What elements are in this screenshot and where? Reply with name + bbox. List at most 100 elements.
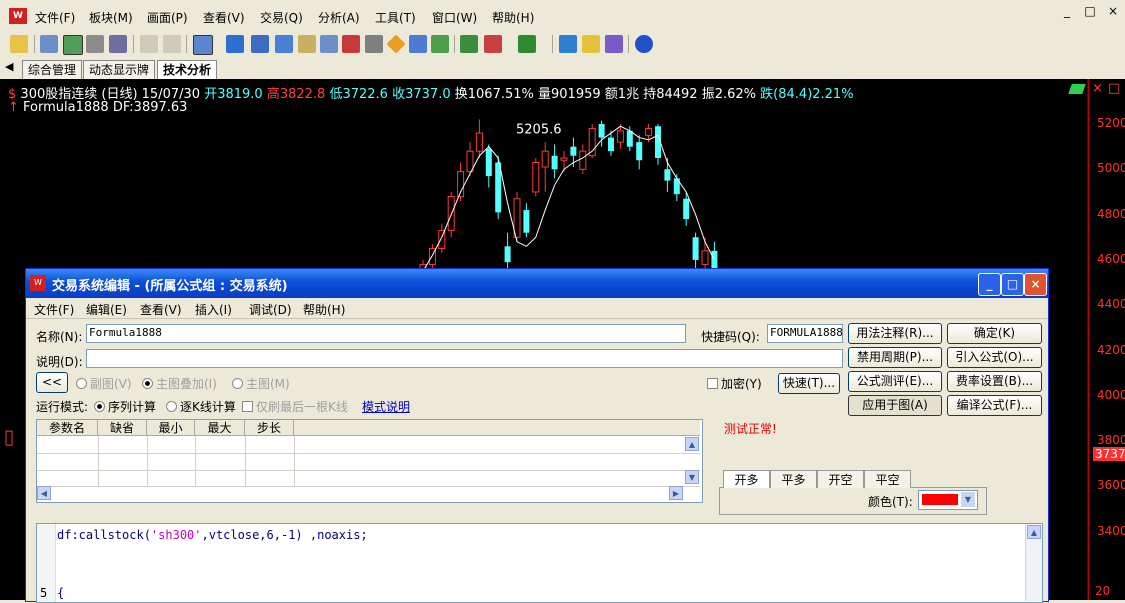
candle-body[interactable] — [626, 130, 633, 147]
candle-body[interactable] — [5, 430, 13, 446]
help-icon[interactable] — [635, 35, 653, 53]
candle-body[interactable] — [636, 142, 643, 161]
scroll-right-icon[interactable]: ▶ — [669, 486, 683, 500]
option-per-kline[interactable]: 逐K线计算 — [166, 398, 236, 415]
copy-icon[interactable] — [320, 35, 338, 53]
draw-line-icon[interactable] — [298, 35, 316, 53]
dialog-menu-insert[interactable]: 插入(I) — [195, 301, 232, 318]
candle-body[interactable] — [551, 155, 558, 170]
candle-body[interactable] — [475, 132, 483, 152]
notes-icon[interactable] — [582, 35, 600, 53]
delete-icon[interactable] — [342, 35, 360, 53]
tab-technical-analysis[interactable]: 技术分析 — [157, 60, 218, 79]
candle-body[interactable] — [645, 128, 653, 136]
candle-body[interactable] — [532, 162, 540, 193]
scroll-left-icon[interactable]: ◀ — [37, 486, 51, 500]
news-icon[interactable] — [109, 35, 127, 53]
formula-code-editor[interactable]: df:callstock('sh300',vtclose,6,-1) ,noax… — [36, 523, 1043, 603]
candle-body[interactable] — [570, 146, 577, 156]
option-main-overlay[interactable]: 主图叠加(I) — [142, 375, 217, 392]
indicator-icon[interactable] — [431, 35, 449, 53]
scroll-down-icon[interactable]: ▼ — [685, 470, 699, 484]
menu-help[interactable]: 帮助(H) — [492, 9, 534, 26]
menu-trade[interactable]: 交易(Q) — [260, 9, 303, 26]
color-picker[interactable]: ▼ — [918, 490, 978, 510]
code-scroll-up-icon[interactable]: ▲ — [1027, 525, 1041, 539]
alert-icon[interactable] — [386, 34, 406, 54]
crosshair-icon[interactable] — [226, 35, 244, 53]
usage-notes-button[interactable]: 用法注释(R)... — [848, 323, 942, 344]
compile-formula-button[interactable]: 编译公式(F)... — [947, 395, 1042, 416]
open-folder-icon[interactable] — [10, 35, 28, 53]
tab-close-long[interactable]: 平多 — [770, 470, 817, 488]
candle-body[interactable] — [598, 124, 605, 138]
candle-body[interactable] — [683, 198, 690, 220]
tab-open-long[interactable]: 开多 — [723, 470, 770, 488]
menu-sector[interactable]: 板块(M) — [89, 9, 133, 26]
dialog-menu-file[interactable]: 文件(F) — [34, 301, 74, 318]
description-input[interactable] — [86, 349, 843, 368]
code-scrollbar[interactable]: ▲ — [1025, 524, 1042, 601]
encrypt-checkbox[interactable]: 加密(Y) — [707, 375, 762, 392]
collapse-button[interactable]: << — [36, 372, 68, 393]
disable-period-button[interactable]: 禁用周期(P)... — [848, 347, 942, 368]
period-icon[interactable] — [275, 35, 293, 53]
line-chart-icon[interactable] — [460, 35, 478, 53]
dialog-menu-view[interactable]: 查看(V) — [140, 301, 182, 318]
tab-scroll-left-icon[interactable]: ◀ — [5, 60, 13, 73]
f10-icon[interactable] — [409, 35, 427, 53]
candle-body[interactable] — [485, 148, 492, 177]
candle-body[interactable] — [560, 157, 568, 161]
dialog-close-icon[interactable]: × — [1024, 273, 1047, 296]
cursor-mode-icon[interactable] — [193, 35, 213, 55]
import-formula-button[interactable]: 引入公式(O)... — [947, 347, 1042, 368]
minimize-icon[interactable]: _ — [1057, 1, 1077, 21]
chart-window-icon[interactable] — [63, 35, 83, 55]
candle-body[interactable] — [541, 150, 549, 168]
last-kline-checkbox[interactable]: 仅刷最后一根K线 — [242, 398, 348, 415]
candle-body[interactable] — [579, 150, 587, 170]
apply-to-chart-button[interactable]: 应用于图(A) — [848, 395, 942, 416]
quote-list-icon[interactable] — [40, 35, 58, 53]
option-sequential[interactable]: 序列计算 — [94, 398, 156, 415]
option-subchart[interactable]: 副图(V) — [76, 375, 132, 392]
tab-dynamic-board[interactable]: 动态显示牌 — [83, 60, 156, 79]
candle-body[interactable] — [616, 130, 624, 143]
quick-button[interactable]: 快速(T)... — [778, 373, 840, 394]
print-icon[interactable] — [365, 35, 383, 53]
undo-icon[interactable] — [140, 35, 158, 53]
formula-evaluate-button[interactable]: 公式测评(E)... — [848, 371, 942, 392]
shortcut-input[interactable]: FORMULA1888 — [767, 324, 843, 343]
candle-body[interactable] — [664, 169, 671, 181]
trade-icon[interactable] — [605, 35, 623, 53]
dialog-menu-help[interactable]: 帮助(H) — [303, 301, 345, 318]
close-icon[interactable]: × — [1103, 1, 1123, 21]
ok-button[interactable]: 确定(K) — [947, 323, 1042, 344]
candle-body[interactable] — [701, 250, 709, 265]
menu-tools[interactable]: 工具(T) — [375, 9, 416, 26]
dialog-menu-debug[interactable]: 调试(D) — [249, 301, 292, 318]
monitor-icon[interactable] — [559, 35, 577, 53]
dialog-title-bar[interactable]: W 交易系统编辑 - (所属公式组 : 交易系统) _ □ × — [26, 269, 1048, 298]
menu-window[interactable]: 窗口(W) — [432, 9, 477, 26]
menu-file[interactable]: 文件(F) — [35, 9, 75, 26]
parameter-table[interactable]: 参数名 缺省 最小 最大 步长 ▲ ▼ ◀ ▶ — [36, 419, 703, 503]
candle-body[interactable] — [692, 237, 699, 260]
dialog-maximize-icon[interactable]: □ — [1001, 273, 1024, 296]
tab-comprehensive[interactable]: 综合管理 — [22, 60, 83, 79]
mode-help-link[interactable]: 模式说明 — [362, 398, 410, 415]
zoom-icon[interactable] — [251, 35, 269, 53]
candle-body[interactable] — [608, 137, 614, 152]
option-mainchart[interactable]: 主图(M) — [232, 375, 290, 392]
scroll-up-icon[interactable]: ▲ — [685, 437, 699, 451]
layout-icon[interactable] — [518, 35, 536, 53]
candle-body[interactable] — [466, 150, 474, 173]
f10-info-icon[interactable] — [86, 35, 104, 53]
restore-icon[interactable]: □ — [1080, 1, 1100, 21]
menu-view[interactable]: 查看(V) — [203, 9, 245, 26]
tab-close-short[interactable]: 平空 — [864, 470, 911, 488]
redo-icon[interactable] — [163, 35, 181, 53]
dropdown-arrow-icon[interactable]: ▼ — [961, 492, 975, 507]
menu-screen[interactable]: 画面(P) — [147, 9, 188, 26]
bar-chart-icon[interactable] — [484, 35, 502, 53]
